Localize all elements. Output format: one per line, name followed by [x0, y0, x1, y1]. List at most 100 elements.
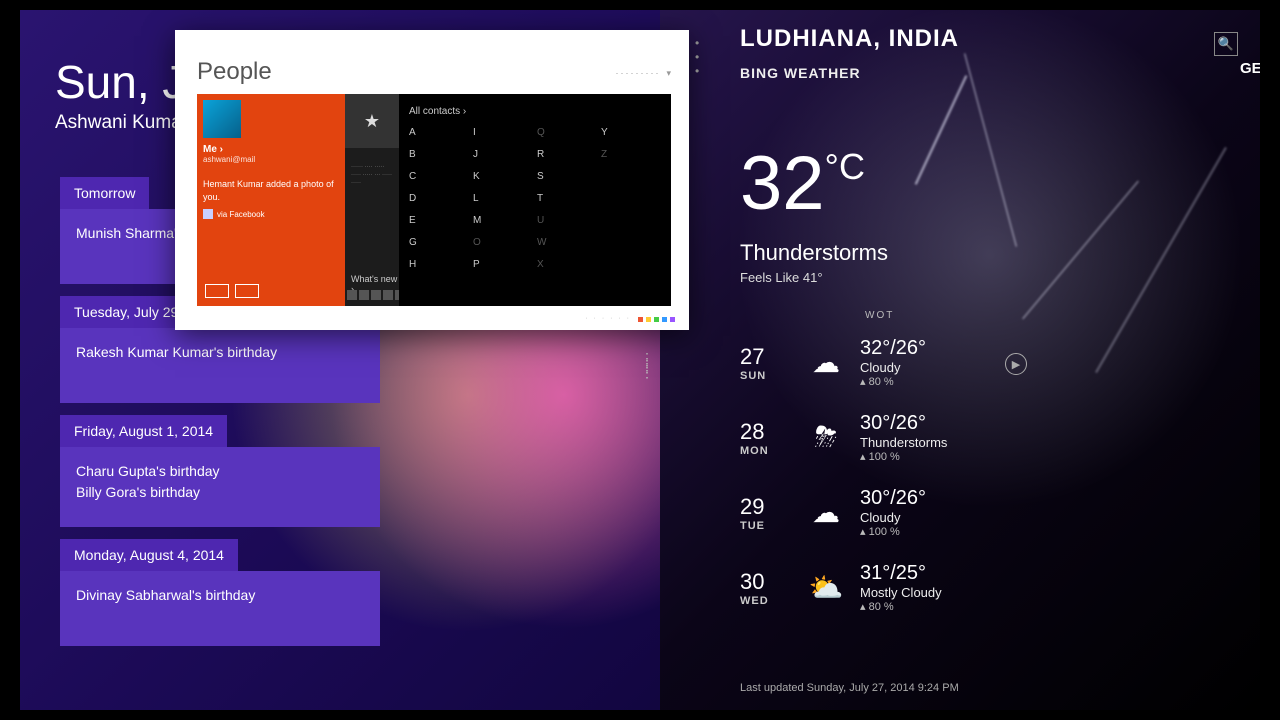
star-icon[interactable]: ★: [345, 94, 399, 148]
alpha-letter[interactable]: Q: [537, 127, 577, 147]
contacts-column: All contacts › A I Q Y B J R Z C K S D L T E M U G O W…: [399, 94, 671, 306]
weather-feels-like: Feels Like 41°: [740, 270, 823, 285]
forecast-dayname: SUN: [740, 370, 792, 382]
alpha-letter[interactable]: M: [473, 215, 513, 235]
calendar-date-header[interactable]: Tomorrow: [60, 177, 149, 209]
forecast-dayname: MON: [740, 445, 792, 457]
forecast-lo: /26°: [890, 487, 926, 509]
weather-pane: LUDHIANA, INDIA BING WEATHER 32°C Thunde…: [660, 10, 1260, 710]
alpha-letter[interactable]: K: [473, 171, 513, 191]
alpha-letter: [601, 259, 641, 279]
window-menu-icon[interactable]: • • •: [695, 36, 702, 78]
whats-new-thumbs: [347, 290, 407, 300]
facebook-icon: [203, 209, 213, 219]
all-contacts-link[interactable]: All contacts ›: [409, 106, 661, 117]
alpha-letter: [601, 171, 641, 191]
alphabet-grid: A I Q Y B J R Z C K S D L T E M U G O W H P X: [409, 127, 661, 279]
alpha-letter[interactable]: S: [537, 171, 577, 191]
alpha-letter[interactable]: Y: [601, 127, 641, 147]
forecast-hi: 32°: [860, 337, 890, 359]
storm-icon: ⛈: [792, 421, 860, 454]
alpha-letter[interactable]: P: [473, 259, 513, 279]
calendar-date-header[interactable]: Friday, August 1, 2014: [60, 415, 227, 447]
alpha-letter[interactable]: U: [537, 215, 577, 235]
alpha-letter[interactable]: L: [473, 193, 513, 213]
forecast-row[interactable]: 27SUN ☁ 32°/26°Cloudy▴ 80 %: [740, 325, 1080, 400]
forecast-cond: Mostly Cloudy: [860, 585, 942, 600]
alpha-letter[interactable]: G: [409, 237, 449, 257]
alpha-letter[interactable]: Z: [601, 149, 641, 169]
forecast-daynum: 28: [740, 419, 792, 445]
alpha-letter[interactable]: T: [537, 193, 577, 213]
alpha-letter: [601, 237, 641, 257]
people-window[interactable]: • • • People ·········▾ Me › ashwani@mai…: [175, 30, 689, 330]
me-name: Me ›: [203, 144, 339, 155]
forecast-lo: /25°: [890, 562, 926, 584]
forecast-precip: ▴ 80 %: [860, 375, 926, 388]
forecast-hi: 30°: [860, 487, 890, 509]
weather-last-updated: Last updated Sunday, July 27, 2014 9:24 …: [740, 682, 959, 694]
forecast-hi: 31°: [860, 562, 890, 584]
forecast-daynum: 27: [740, 344, 792, 370]
calendar-date-header[interactable]: Monday, August 4, 2014: [60, 539, 238, 571]
me-action-buttons[interactable]: [205, 284, 259, 298]
split-drag-handle[interactable]: ⋮⋮⋮: [640, 355, 656, 376]
forecast-row[interactable]: 28MON ⛈ 30°/26°Thunderstorms▴ 100 %: [740, 400, 1080, 475]
me-via: via Facebook: [203, 209, 339, 219]
alpha-letter[interactable]: E: [409, 215, 449, 235]
partly-cloudy-icon: ⛅: [792, 571, 860, 604]
forecast-daynum: 30: [740, 569, 792, 595]
weather-temperature: 32°C: [740, 140, 865, 227]
forecast-cond: Thunderstorms: [860, 435, 947, 450]
next-pane-peek[interactable]: GE: [1240, 60, 1260, 77]
alpha-letter[interactable]: O: [473, 237, 513, 257]
alpha-letter[interactable]: J: [473, 149, 513, 169]
forecast-precip: ▴ 100 %: [860, 450, 947, 463]
weather-zone-label: WOT: [865, 310, 894, 321]
alpha-letter[interactable]: W: [537, 237, 577, 257]
forecast-cond: Cloudy: [860, 510, 926, 525]
forecast-daynum: 29: [740, 494, 792, 520]
temp-unit: °C: [825, 146, 865, 187]
forecast-dayname: WED: [740, 595, 792, 607]
me-activity: Hemant Kumar added a photo of you.: [203, 178, 339, 203]
forecast-lo: /26°: [890, 337, 926, 359]
footer-label: · · · · · ·: [585, 315, 631, 322]
forecast-cond: Cloudy: [860, 360, 926, 375]
forecast-precip: ▴ 100 %: [860, 525, 926, 538]
weather-provider: BING WEATHER: [740, 65, 861, 81]
cloud-icon: ☁: [792, 496, 860, 529]
calendar-event[interactable]: Charu Gupta's birthday Billy Gora's birt…: [60, 447, 380, 527]
calendar-event[interactable]: Divinay Sabharwal's birthday: [60, 571, 380, 646]
calendar-owner: Ashwani Kumar: [55, 112, 188, 134]
alpha-letter[interactable]: A: [409, 127, 449, 147]
calendar-event[interactable]: Rakesh Kumar Kumar's birthday: [60, 328, 380, 403]
forecast-lo: /26°: [890, 412, 926, 434]
alpha-letter[interactable]: I: [473, 127, 513, 147]
forecast-row[interactable]: 30WED ⛅ 31°/25°Mostly Cloudy▴ 80 %: [740, 550, 1080, 625]
footer-swatches: [638, 317, 675, 322]
forecast-forward-button[interactable]: ▶: [1005, 353, 1027, 375]
alpha-letter[interactable]: B: [409, 149, 449, 169]
alpha-letter[interactable]: C: [409, 171, 449, 191]
alpha-letter[interactable]: H: [409, 259, 449, 279]
favorites-blurb: ······ ···· ····· ····· ····· ··· ····· …: [351, 164, 393, 187]
alpha-letter[interactable]: X: [537, 259, 577, 279]
alpha-letter[interactable]: R: [537, 149, 577, 169]
temp-value: 32: [740, 141, 825, 226]
calendar-event-line: Billy Gora's birthday: [76, 482, 364, 503]
alpha-letter: [601, 193, 641, 213]
search-icon[interactable]: 🔍: [1214, 32, 1238, 56]
people-footer: · · · · · ·: [175, 312, 689, 330]
cloud-icon: ☁: [792, 346, 860, 379]
forecast-precip: ▴ 80 %: [860, 600, 942, 613]
weather-city[interactable]: LUDHIANA, INDIA: [740, 25, 959, 53]
favorites-column: ★ ······ ···· ····· ····· ····· ··· ····…: [345, 94, 399, 306]
calendar-event-line: Charu Gupta's birthday: [76, 461, 364, 482]
forecast-row[interactable]: 29TUE ☁ 30°/26°Cloudy▴ 100 %: [740, 475, 1080, 550]
people-sort-menu[interactable]: ·········▾: [615, 68, 673, 79]
me-tile[interactable]: Me › ashwani@mail Hemant Kumar added a p…: [197, 94, 345, 306]
weather-condition: Thunderstorms: [740, 240, 888, 266]
alpha-letter[interactable]: D: [409, 193, 449, 213]
forecast-dayname: TUE: [740, 520, 792, 532]
